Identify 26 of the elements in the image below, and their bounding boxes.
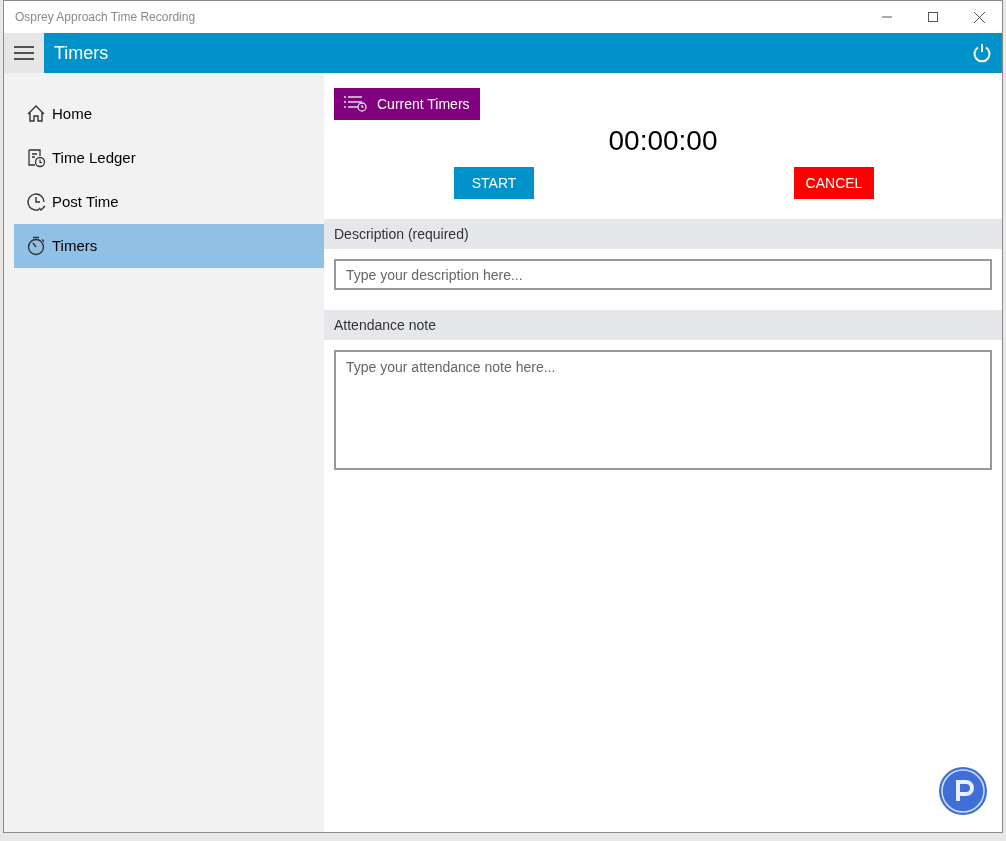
description-field[interactable]: Type your description here... — [334, 259, 992, 290]
sidebar-item[interactable]: Home — [14, 92, 324, 136]
page-title: Timers — [54, 41, 109, 65]
sidebar-item[interactable]: Post Time — [14, 180, 324, 224]
power-button[interactable] — [971, 42, 993, 64]
maximize-icon — [928, 12, 938, 22]
window-title: Osprey Approach Time Recording — [15, 9, 196, 26]
menu-icon — [14, 46, 34, 60]
power-icon — [972, 43, 992, 63]
home-icon — [26, 104, 46, 124]
list-timer-icon — [344, 96, 367, 112]
cancel-button[interactable]: CANCEL — [794, 167, 874, 199]
close-icon — [973, 11, 985, 23]
sidebar-item[interactable]: Time Ledger — [14, 136, 324, 180]
attendance-note-field[interactable]: Type your attendance note here... — [334, 350, 992, 470]
start-button[interactable]: START — [454, 167, 534, 199]
current-timers-button[interactable]: Current Timers — [334, 88, 480, 120]
ledger-clock-icon — [26, 148, 46, 168]
section-header: Description (required) — [324, 219, 1002, 249]
clock-check-icon — [26, 192, 46, 212]
stopwatch-icon — [26, 236, 46, 256]
section-header: Attendance note — [324, 310, 1002, 340]
sidebar-item[interactable]: Timers — [14, 224, 324, 268]
logo-icon — [938, 766, 988, 816]
timer-display: 00:00:00 — [607, 124, 719, 158]
menu-button[interactable] — [4, 33, 44, 73]
